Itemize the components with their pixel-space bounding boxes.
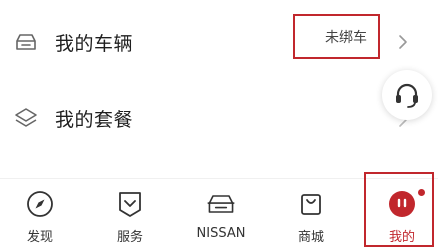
tab-discover-label: 发现 <box>26 230 53 245</box>
my-vehicles-label: 我的车辆 <box>55 32 134 55</box>
car-icon <box>16 34 36 50</box>
my-plans-label: 我的套餐 <box>55 108 134 131</box>
unbound-vehicle-status[interactable]: 未绑车 <box>293 14 380 59</box>
car-front-icon <box>207 195 235 213</box>
tab-service[interactable]: 服务 <box>90 188 170 248</box>
customer-support-button[interactable] <box>382 70 432 120</box>
tab-mall[interactable]: 商城 <box>271 188 351 248</box>
shopping-bag-icon <box>301 194 321 215</box>
tab-discover[interactable]: 发现 <box>0 188 80 248</box>
tab-nissan[interactable]: NISSAN <box>181 188 261 248</box>
tab-mall-label: 商城 <box>297 230 324 245</box>
headset-icon <box>396 83 418 108</box>
my-vehicles-row[interactable]: 我的车辆 未绑车 <box>0 12 438 72</box>
tab-nissan-label: NISSAN <box>196 226 246 241</box>
tab-mine-highlight <box>364 172 434 247</box>
shield-icon <box>119 192 141 217</box>
chevron-right-icon <box>399 35 407 49</box>
tab-service-label: 服务 <box>116 230 143 245</box>
compass-icon <box>27 191 53 217</box>
layers-icon <box>15 108 37 127</box>
my-plans-row[interactable]: 我的套餐 <box>0 88 438 148</box>
